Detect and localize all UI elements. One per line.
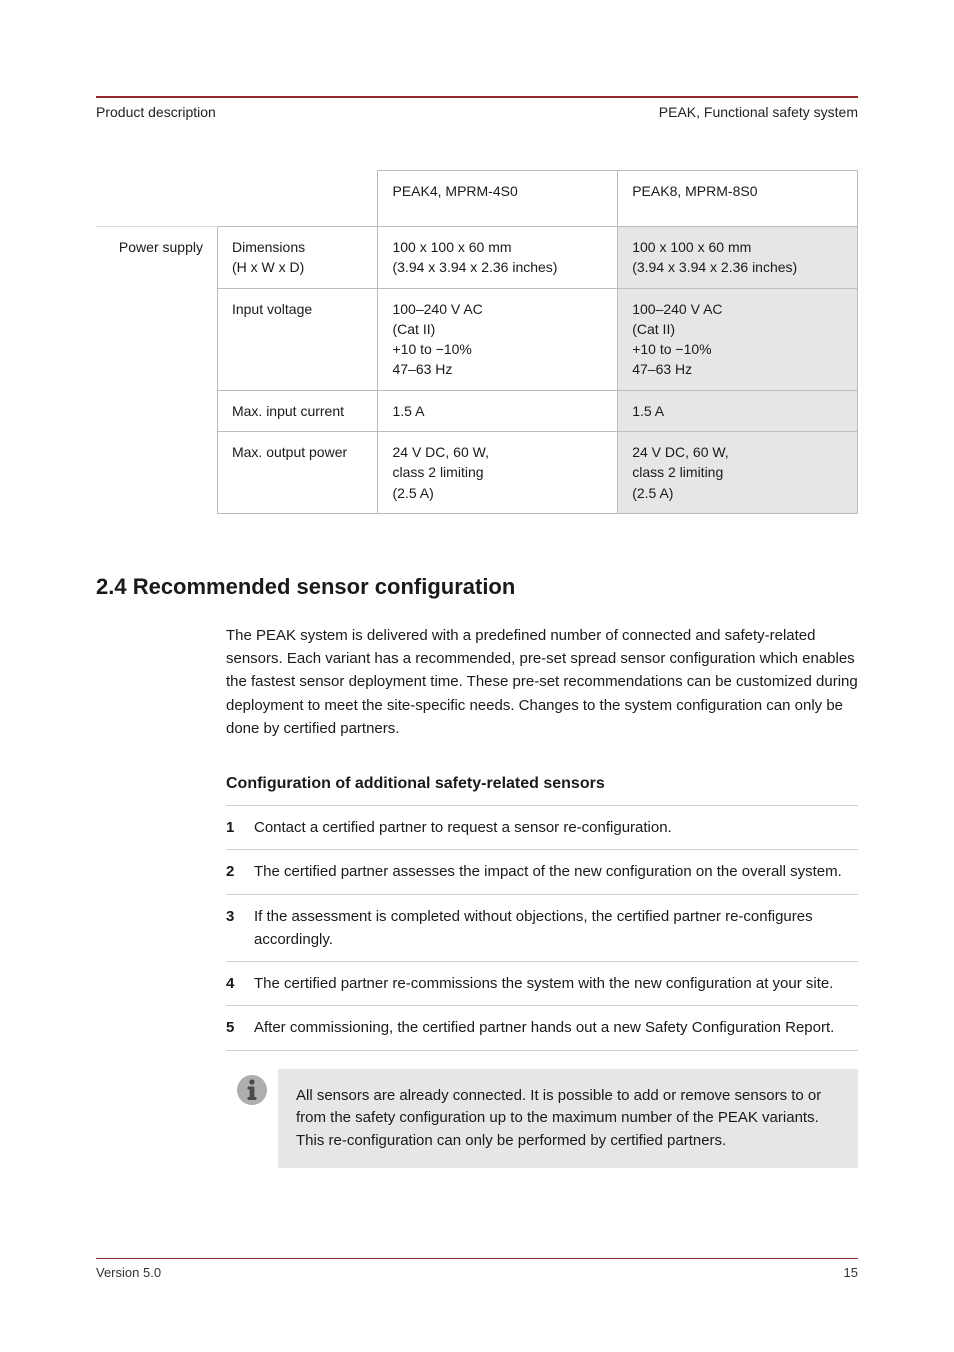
- step-txt-2: The certified partner assesses the impac…: [254, 850, 858, 894]
- specs-table: PEAK4, MPRM-4S0 PEAK8, MPRM-8S0 Power su…: [96, 170, 858, 514]
- col-peak4: PEAK4, MPRM-4S0: [378, 171, 618, 227]
- val-volt-b: 100–240 V AC(Cat II)+10 to −10%47–63 Hz: [618, 288, 858, 390]
- step-txt-4: The certified partner re-commissions the…: [254, 962, 858, 1006]
- sub-max-current: Max. input current: [217, 390, 378, 431]
- procedure-steps: 1Contact a certified partner to request …: [226, 805, 858, 1051]
- footer-right: 15: [844, 1265, 858, 1280]
- step-txt-3: If the assessment is completed without o…: [254, 894, 858, 962]
- info-icon: [226, 1069, 278, 1169]
- step-txt-5: After commissioning, the certified partn…: [254, 1006, 858, 1050]
- step-num-2: 2: [226, 850, 254, 894]
- section-heading: 2.4 Recommended sensor configuration: [96, 574, 858, 600]
- val-pow-a: 24 V DC, 60 W,class 2 limiting(2.5 A): [378, 432, 618, 514]
- step-txt-1: Contact a certified partner to request a…: [254, 806, 858, 850]
- step-num-3: 3: [226, 894, 254, 962]
- footer-left: Version 5.0: [96, 1265, 161, 1280]
- info-note-text: All sensors are already connected. It is…: [278, 1069, 858, 1169]
- val-pow-b: 24 V DC, 60 W,class 2 limiting(2.5 A): [618, 432, 858, 514]
- rowhead-power: Power supply: [96, 227, 217, 514]
- header-right: PEAK, Functional safety system: [659, 104, 858, 120]
- val-cur-a: 1.5 A: [378, 390, 618, 431]
- header-left: Product description: [96, 104, 216, 120]
- col-peak8: PEAK8, MPRM-8S0: [618, 171, 858, 227]
- info-note: All sensors are already connected. It is…: [226, 1069, 858, 1169]
- section-para: The PEAK system is delivered with a pred…: [226, 624, 858, 740]
- sub-dimensions: Dimensions(H x W x D): [217, 227, 378, 289]
- val-cur-b: 1.5 A: [618, 390, 858, 431]
- val-dim-b: 100 x 100 x 60 mm(3.94 x 3.94 x 2.36 inc…: [618, 227, 858, 289]
- procedure-heading: Configuration of additional safety-relat…: [226, 772, 858, 797]
- val-dim-a: 100 x 100 x 60 mm(3.94 x 3.94 x 2.36 inc…: [378, 227, 618, 289]
- step-num-5: 5: [226, 1006, 254, 1050]
- sub-max-power: Max. output power: [217, 432, 378, 514]
- step-num-4: 4: [226, 962, 254, 1006]
- step-num-1: 1: [226, 806, 254, 850]
- val-volt-a: 100–240 V AC(Cat II)+10 to −10%47–63 Hz: [378, 288, 618, 390]
- sub-voltage: Input voltage: [217, 288, 378, 390]
